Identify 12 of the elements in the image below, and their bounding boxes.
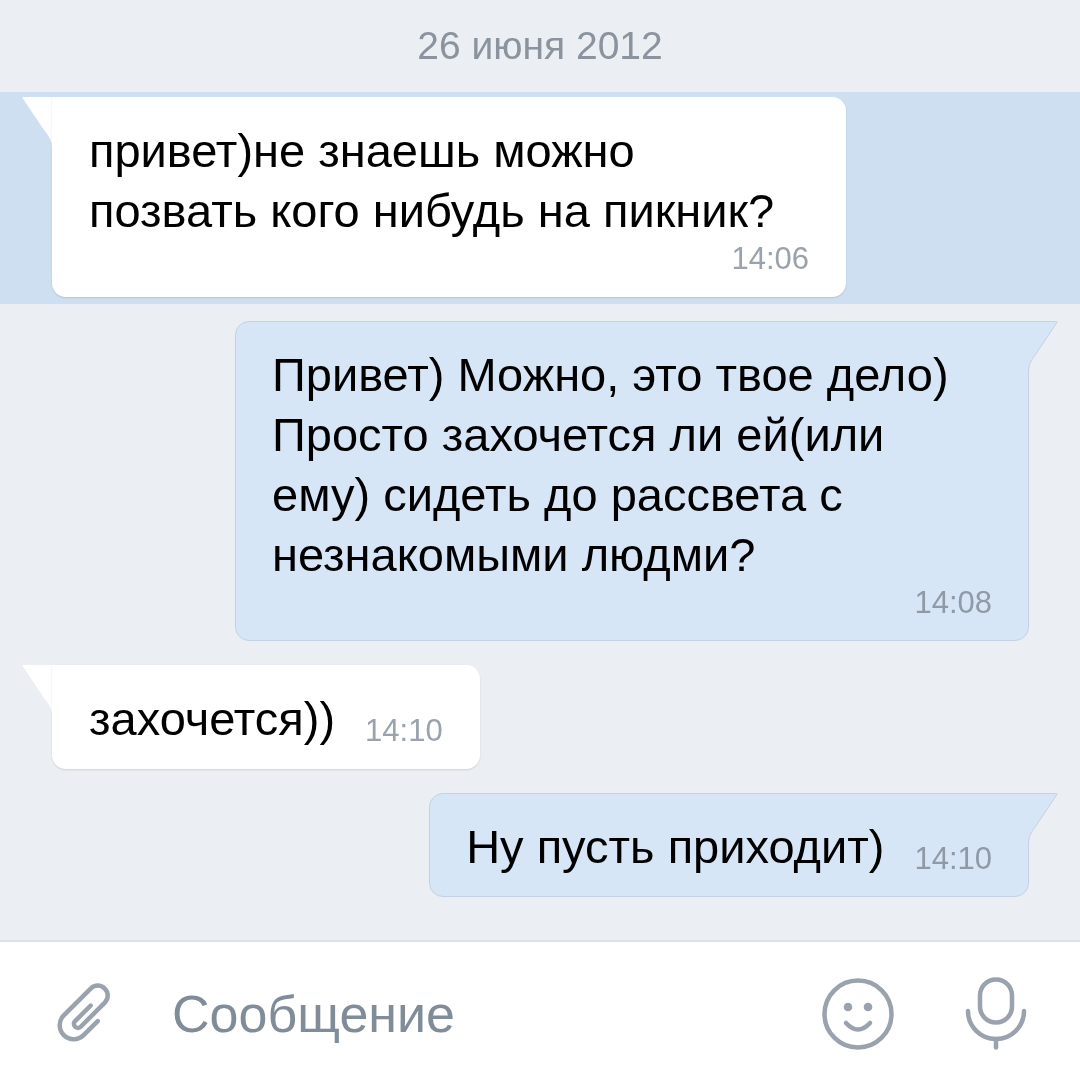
message-text: привет)не знаешь можно позвать кого нибудь на пикник? [89, 123, 776, 239]
microphone-icon[interactable] [965, 977, 1027, 1050]
smiley-icon[interactable] [822, 977, 894, 1050]
message-text: захочется)) [89, 691, 336, 747]
message-time: 14:06 [731, 241, 809, 277]
message-time: 14:10 [365, 713, 443, 749]
message-time: 14:10 [914, 841, 992, 877]
message-field[interactable]: Сообщение [172, 981, 802, 1046]
message-time: 14:08 [914, 585, 992, 621]
date-header: 26 июня 2012 [417, 26, 663, 65]
message-text: Ну пусть приходит) [466, 819, 885, 875]
message-text: Привет) Можно, это твое дело) Просто захочется ли ей(или ему) сидеть до рассвета с незнакомыми людми? [272, 347, 950, 583]
